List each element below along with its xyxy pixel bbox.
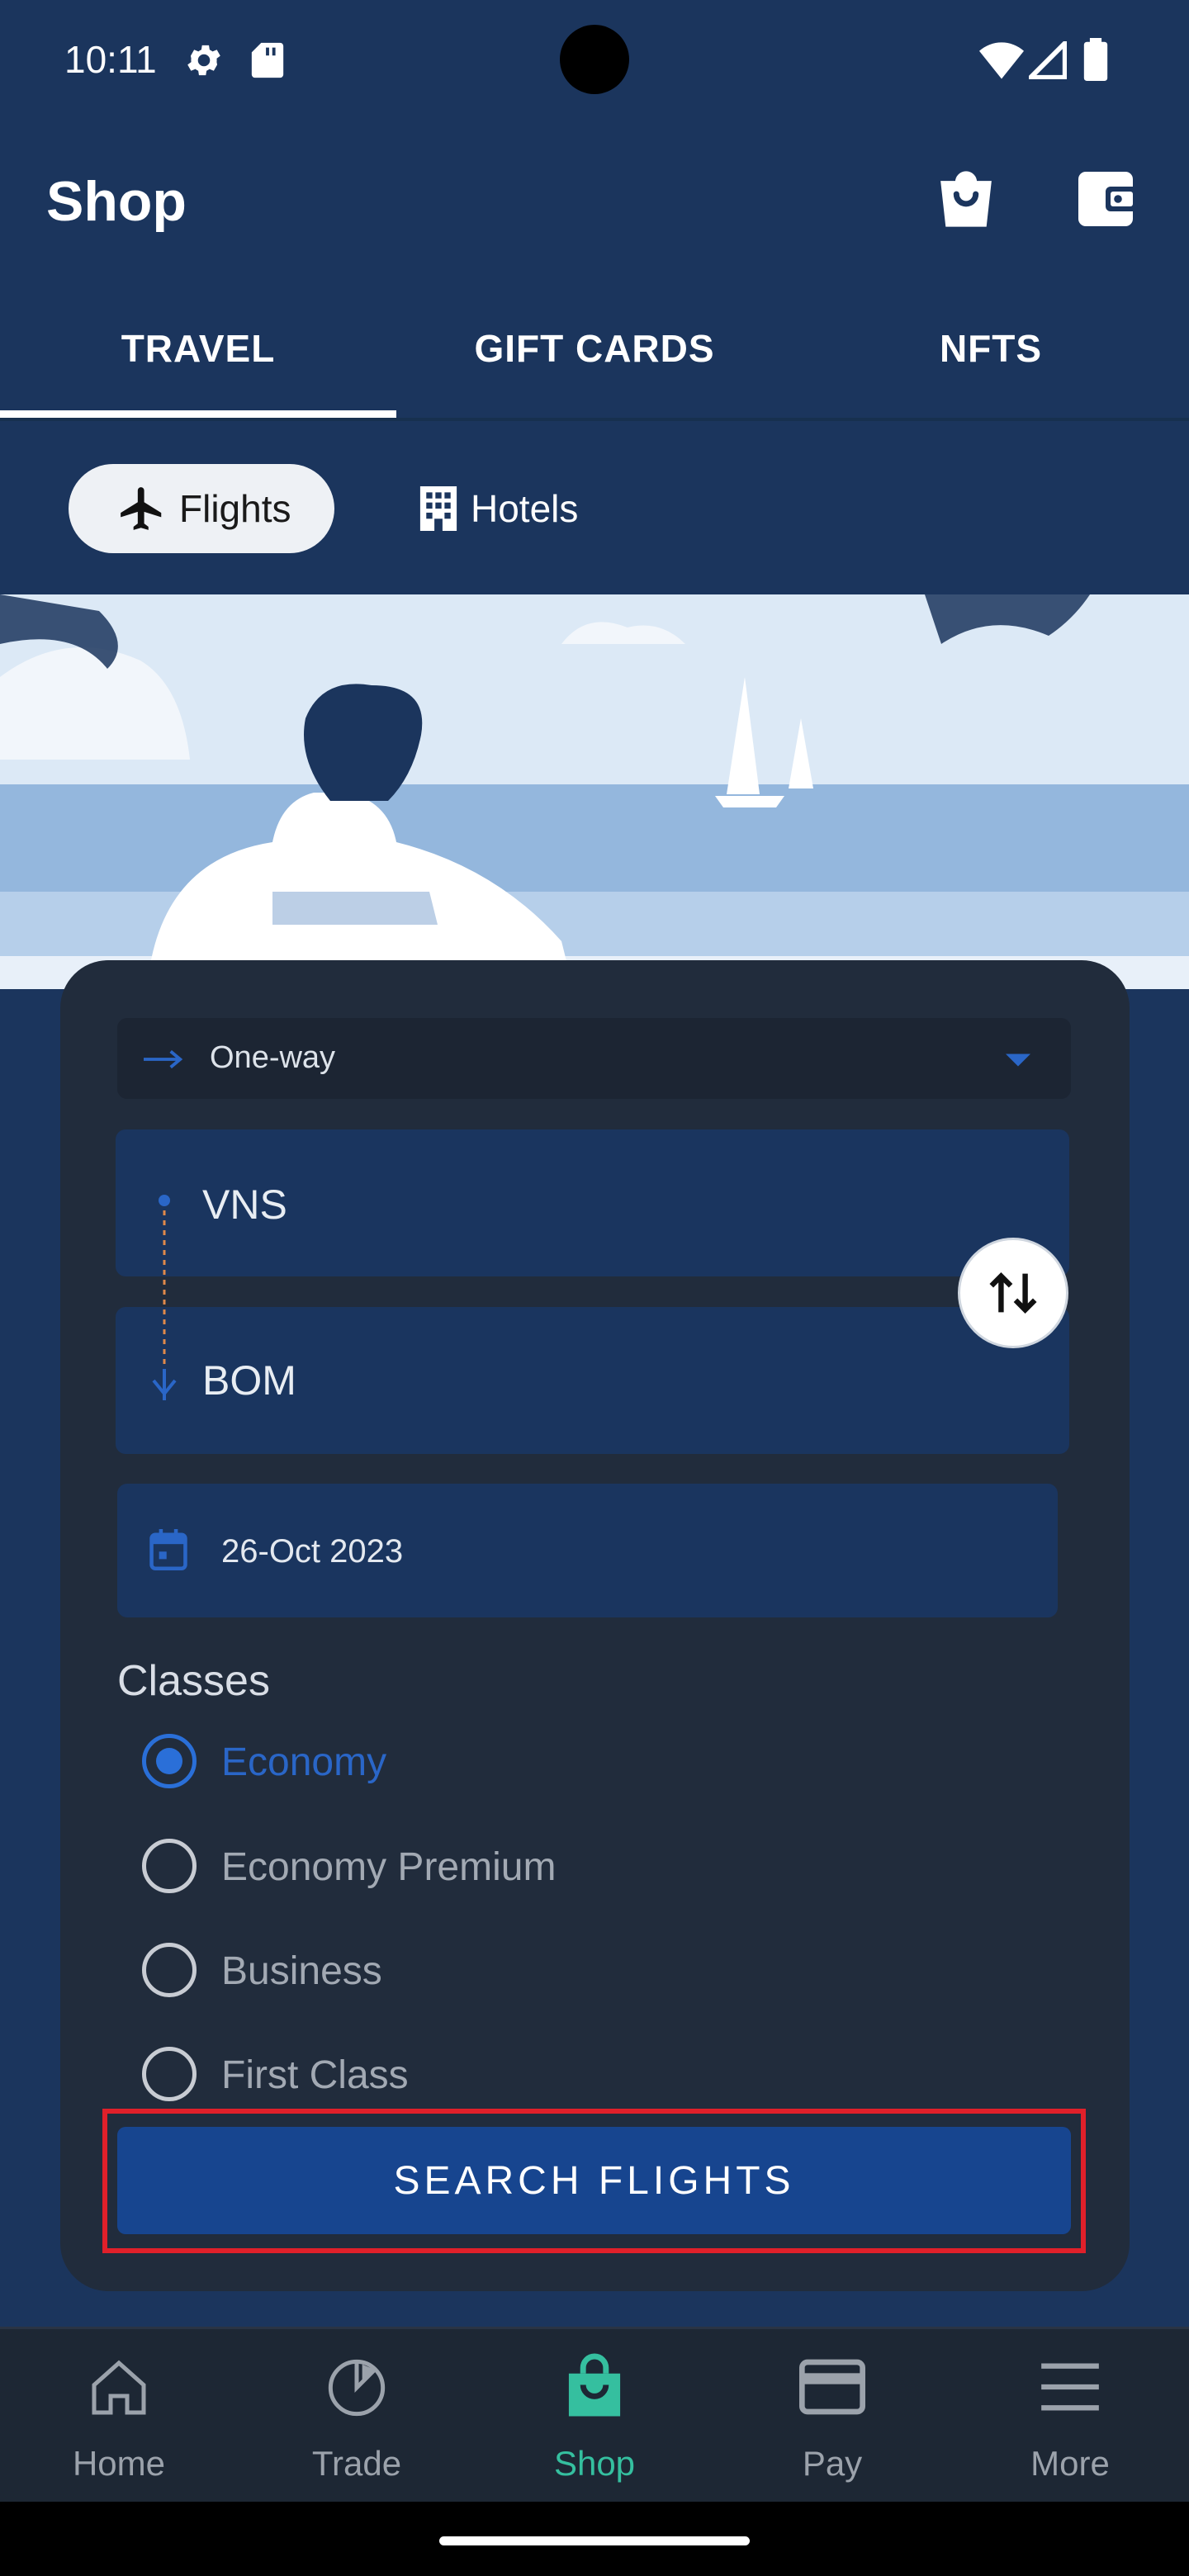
nav-more-label: More: [1030, 2444, 1110, 2483]
status-time: 10:11: [64, 38, 157, 81]
nav-pay[interactable]: Pay: [713, 2353, 951, 2493]
tab-travel[interactable]: TRAVEL: [0, 326, 396, 371]
building-icon: [419, 486, 457, 531]
travel-banner-illustration: [0, 594, 1189, 989]
trip-type-value: One-way: [210, 1040, 336, 1075]
battery-icon: [1083, 38, 1108, 81]
flights-chip-label: Flights: [179, 487, 291, 530]
economy-radio[interactable]: [142, 1734, 197, 1788]
tab-gift-cards[interactable]: GIFT CARDS: [396, 326, 793, 371]
nav-home-label: Home: [72, 2444, 166, 2483]
first-class-label[interactable]: First Class: [221, 2053, 409, 2098]
wifi-icon: [979, 42, 1024, 79]
wallet-icon[interactable]: [1078, 171, 1138, 227]
settings-icon: [187, 45, 220, 76]
nav-shop-label: Shop: [553, 2444, 636, 2483]
flights-chip[interactable]: Flights: [69, 464, 334, 553]
home-icon: [92, 2360, 146, 2415]
menu-icon: [1041, 2363, 1099, 2411]
economy-premium-radio[interactable]: [142, 1839, 197, 1893]
credit-card-icon: [799, 2359, 865, 2415]
business-radio[interactable]: [142, 1943, 197, 1997]
classes-heading: Classes: [117, 1657, 270, 1705]
cell-signal-icon: [1029, 41, 1067, 79]
nav-trade-label: Trade: [311, 2444, 402, 2483]
chevron-down-icon[interactable]: [1006, 1054, 1030, 1067]
nav-more[interactable]: More: [951, 2353, 1189, 2493]
front-camera: [560, 25, 629, 94]
economy-label[interactable]: Economy: [221, 1740, 386, 1785]
shopping-bag-icon: [568, 2353, 621, 2417]
departure-date-value: 26-Oct 2023: [221, 1533, 404, 1570]
swap-locations-button[interactable]: [958, 1238, 1068, 1348]
swap-vertical-icon: [989, 1272, 1037, 1314]
tab-nfts[interactable]: NFTS: [793, 326, 1189, 371]
origin-value: VNS: [202, 1181, 287, 1228]
business-label[interactable]: Business: [221, 1949, 382, 1994]
economy-premium-label[interactable]: Economy Premium: [221, 1844, 556, 1890]
arrow-right-icon: [144, 1049, 183, 1069]
nav-trade[interactable]: Trade: [238, 2353, 476, 2493]
nav-shop[interactable]: Shop: [476, 2353, 713, 2493]
home-gesture-bar[interactable]: [439, 2536, 750, 2545]
tabs-divider: [0, 418, 1189, 421]
destination-value: BOM: [202, 1357, 296, 1404]
hotels-chip-label: Hotels: [471, 487, 579, 530]
nav-home[interactable]: Home: [0, 2353, 238, 2493]
active-tab-indicator: [0, 410, 396, 418]
page-title: Shop: [46, 170, 187, 233]
nav-pay-label: Pay: [802, 2444, 863, 2483]
pie-chart-icon: [328, 2359, 386, 2417]
shopping-bag-header-icon[interactable]: [936, 168, 996, 230]
airplane-icon: [121, 487, 162, 530]
first-class-radio[interactable]: [142, 2047, 197, 2101]
status-bar: 10:11: [0, 0, 1189, 124]
sd-card-icon: [251, 42, 284, 78]
calendar-icon: [149, 1529, 187, 1570]
hotels-chip[interactable]: Hotels: [413, 464, 628, 553]
route-connector-icon: [152, 1195, 177, 1400]
highlight-box: [102, 2109, 1086, 2253]
